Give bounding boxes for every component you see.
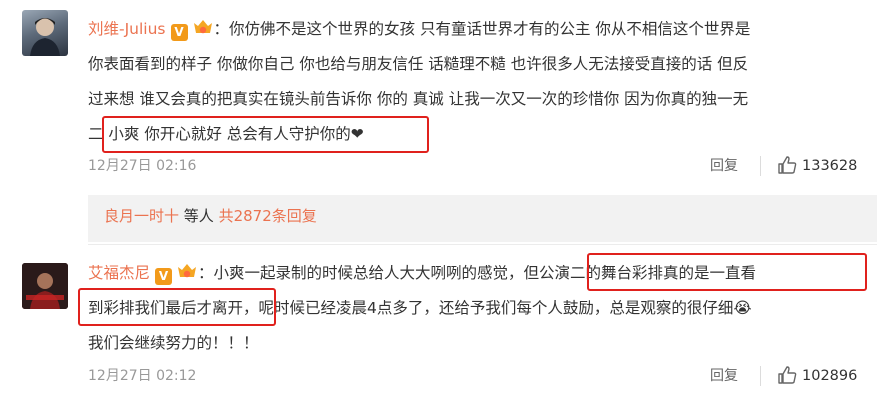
username-link[interactable]: 艾福杰尼 [88, 264, 150, 282]
reply-button[interactable]: 回复 [710, 157, 738, 175]
sub-reply-middle-text: 等人 [179, 207, 219, 225]
verified-v-icon: V [170, 24, 188, 41]
comment-text-line: 过来想 谁又会真的把真实在镜头前告诉你 你的 真诚 让我一次又一次的珍惜你 因为… [88, 90, 749, 108]
sub-replies-summary[interactable]: 良月一时十 等人 共2872条回复 [104, 206, 317, 226]
reply-button[interactable]: 回复 [710, 367, 738, 385]
comment-timestamp: 12月27日 02:12 [88, 368, 197, 384]
comment-text-line: 你表面看到的样子 你做你自己 你也给与朋友信任 话糙理不糙 也许很多人无法接受直… [88, 55, 749, 73]
divider [88, 244, 877, 245]
view-all-replies-link[interactable]: 共2872条回复 [219, 207, 317, 225]
thumbs-up-icon[interactable] [777, 365, 797, 385]
comment-first-line: 刘维-Julius V ：你仿佛不是这个世界的女孩 只有童话世界才有的公主 你从不相… [88, 18, 750, 41]
comment-text-line: ：你仿佛不是这个世界的女孩 只有童话世界才有的公主 你从不相信这个世界是 [213, 20, 751, 38]
like-count: 102896 [802, 368, 858, 384]
highlight-box [587, 253, 867, 291]
like-count: 133628 [802, 158, 858, 174]
avatar[interactable] [22, 263, 68, 309]
comment-timestamp: 12月27日 02:16 [88, 158, 197, 174]
verified-v-icon: V [155, 268, 173, 285]
highlight-box [102, 116, 429, 153]
sub-reply-user-link[interactable]: 良月一时十 [104, 207, 179, 225]
fan-badge-icon [178, 264, 197, 278]
comment-text-line: 我们会继续努力的！！！ [88, 334, 259, 352]
highlight-box [78, 288, 276, 326]
thumbs-up-icon[interactable] [777, 155, 797, 175]
avatar[interactable] [22, 10, 68, 56]
username-link[interactable]: 刘维-Julius [88, 20, 166, 38]
fan-badge-icon [193, 20, 212, 34]
divider [760, 366, 761, 386]
divider [760, 156, 761, 176]
